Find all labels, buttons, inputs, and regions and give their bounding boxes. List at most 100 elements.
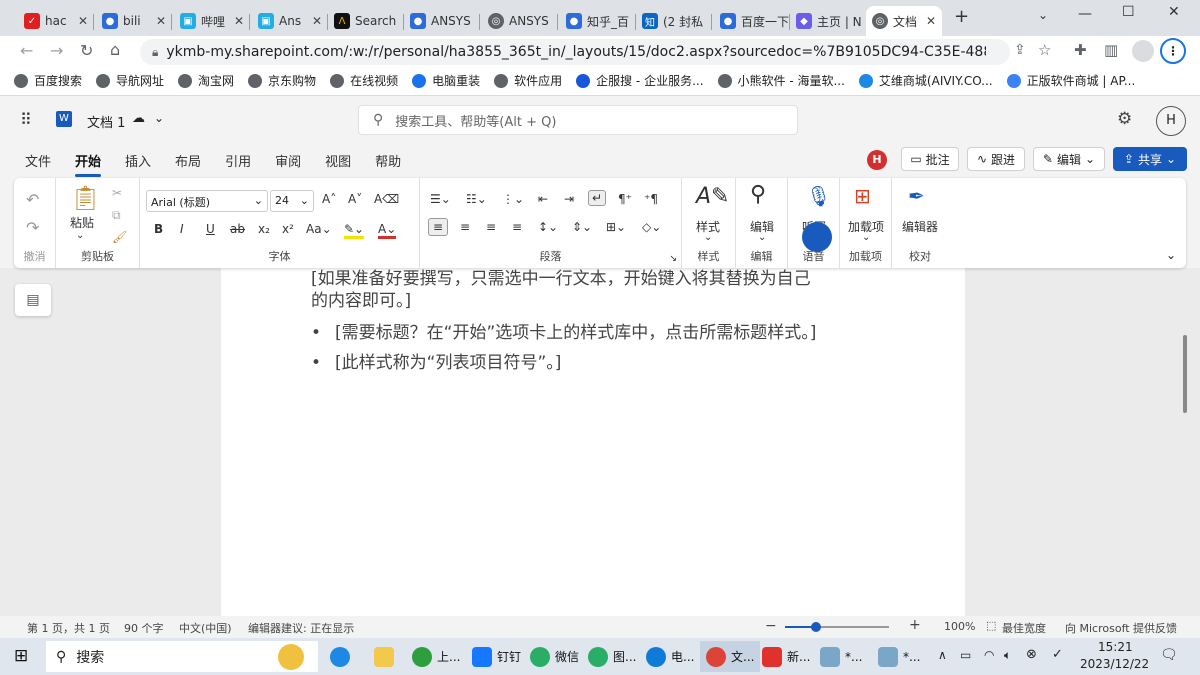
- bookmark[interactable]: 正版软件商城 | AP...: [1006, 72, 1135, 89]
- browser-tab[interactable]: ✓ hac ✕: [18, 6, 94, 36]
- settings-icon[interactable]: ⚙: [1117, 109, 1132, 129]
- close-window-button[interactable]: ✕: [1168, 4, 1180, 20]
- browser-tab[interactable]: ◆ 主页 | N: [790, 6, 866, 36]
- dialog-launcher-icon[interactable]: ↘: [669, 254, 677, 264]
- taskbar-app-explorer[interactable]: [374, 641, 399, 672]
- scrollbar-thumb[interactable]: [1183, 335, 1187, 413]
- format-painter-icon[interactable]: 🖌︎: [112, 230, 127, 244]
- share-button[interactable]: ⇪ 共享 ⌄: [1113, 147, 1187, 171]
- volume-icon[interactable]: 🔈︎: [1004, 648, 1011, 663]
- tray-app-icon[interactable]: ⊗: [1026, 647, 1037, 662]
- app-launcher-icon[interactable]: ⠿: [20, 110, 32, 129]
- bookmark[interactable]: 电脑重装: [412, 72, 480, 89]
- align-left-icon[interactable]: ≡: [428, 218, 449, 236]
- addins-icon[interactable]: ⊞: [854, 184, 871, 208]
- document-page[interactable]: [如果准备好要撰写，只需选中一行文本，开始键入将其替换为自己 的内容即可。] •…: [221, 268, 965, 616]
- copy-icon[interactable]: ⧉: [112, 208, 121, 223]
- paste-icon[interactable]: 📋︎: [70, 184, 100, 212]
- url-bar[interactable]: 🔒︎ ykmb-my.sharepoint.com/:w:/r/personal…: [140, 39, 1010, 65]
- forward-icon[interactable]: →: [50, 41, 63, 60]
- bookmark[interactable]: 小熊软件 - 海量软...: [717, 72, 845, 89]
- chevron-down-icon[interactable]: ⌄: [758, 232, 766, 243]
- zoom-thumb[interactable]: [811, 622, 822, 632]
- microphone-icon[interactable]: 🎙︎: [806, 184, 831, 208]
- catch-up-button[interactable]: ∿ 跟进: [967, 147, 1025, 171]
- taskbar-app[interactable]: 微信: [530, 641, 579, 672]
- zoom-out-icon[interactable]: −: [765, 618, 777, 634]
- align-right-icon[interactable]: ≡: [486, 220, 496, 234]
- browser-tab-active[interactable]: ◎ 文档 ✕: [866, 6, 942, 36]
- new-tab-button[interactable]: +: [954, 6, 969, 27]
- doc-title[interactable]: 文档 1: [87, 112, 125, 131]
- list-item[interactable]: • [需要标题？在“开始”选项卡上的样式库中，点击所需标题样式。]: [311, 322, 816, 345]
- taskbar-app[interactable]: *...: [878, 641, 920, 672]
- tab-file[interactable]: 文件: [13, 151, 63, 170]
- bookmark[interactable]: 艾维商城(AIVIY.CO...: [858, 72, 993, 89]
- chevron-down-icon[interactable]: ⌄: [154, 111, 164, 125]
- redo-icon[interactable]: ↷: [26, 218, 39, 237]
- tab-insert[interactable]: 插入: [113, 151, 163, 170]
- shrink-font-icon[interactable]: A˅: [348, 192, 362, 206]
- italic-icon[interactable]: I: [180, 222, 184, 236]
- line-spacing-icon[interactable]: ↕⌄: [538, 220, 558, 234]
- undo-icon[interactable]: ↶: [26, 190, 39, 209]
- notification-icon[interactable]: 🗨︎: [1160, 647, 1178, 663]
- list-item[interactable]: • [此样式称为“列表项目符号”。]: [311, 352, 561, 375]
- chevron-down-icon[interactable]: ⌄: [704, 232, 712, 243]
- increase-indent-icon[interactable]: ⇥: [564, 192, 574, 206]
- bookmark[interactable]: 软件应用: [494, 72, 562, 89]
- tray-expand-icon[interactable]: ∧: [938, 648, 947, 662]
- bookmark[interactable]: 京东购物: [248, 72, 316, 89]
- taskbar-app[interactable]: 图...: [588, 641, 636, 672]
- taskbar-app[interactable]: 钉钉: [472, 641, 521, 672]
- maximize-button[interactable]: ☐: [1122, 4, 1135, 20]
- taskbar-app[interactable]: 电...: [646, 641, 694, 672]
- styles-icon[interactable]: A✎: [696, 184, 729, 209]
- browser-tab[interactable]: Λ Search: [328, 6, 404, 36]
- borders-icon[interactable]: ⊞⌄: [606, 220, 626, 234]
- font-size-select[interactable]: 24 ⌄: [270, 190, 314, 212]
- subscript-icon[interactable]: x₂: [258, 222, 270, 236]
- paragraph-spacing-icon[interactable]: ⇕⌄: [572, 220, 592, 234]
- battery-icon[interactable]: ▭: [960, 648, 971, 662]
- tab-search-icon[interactable]: ⌄: [1038, 8, 1048, 22]
- ribbon-collapse-icon[interactable]: ⌄: [1166, 248, 1176, 262]
- tray-app-icon[interactable]: ✓: [1052, 647, 1063, 662]
- editing-mode-button[interactable]: ✎ 编辑 ⌄: [1033, 147, 1105, 171]
- shading-icon[interactable]: ◇⌄: [642, 220, 661, 234]
- close-icon[interactable]: ✕: [156, 14, 166, 28]
- bookmark[interactable]: 导航网址: [96, 72, 164, 89]
- decrease-indent-icon[interactable]: ⇤: [538, 192, 548, 206]
- share-icon[interactable]: ⇪: [1014, 42, 1026, 58]
- menu-icon[interactable]: ⋮: [1160, 38, 1186, 64]
- home-icon[interactable]: ⌂: [110, 40, 120, 59]
- browser-tab[interactable]: ▣ 哔哩 ✕: [174, 6, 250, 36]
- cut-icon[interactable]: ✂: [112, 186, 122, 200]
- tab-references[interactable]: 引用: [213, 151, 263, 170]
- editor-icon[interactable]: ✒: [908, 184, 925, 208]
- taskbar-app[interactable]: 上...: [412, 641, 460, 672]
- underline-icon[interactable]: U: [206, 222, 215, 236]
- browser-tab[interactable]: ▣ Ans ✕: [252, 6, 328, 36]
- navigation-pane-icon[interactable]: ▤: [15, 284, 51, 316]
- browser-tab[interactable]: 知 (2 封私: [636, 6, 712, 36]
- back-icon[interactable]: ←: [20, 41, 33, 60]
- superscript-icon[interactable]: x²: [282, 222, 294, 236]
- tab-help[interactable]: 帮助: [363, 151, 413, 170]
- zoom-slider[interactable]: [785, 622, 889, 632]
- bold-icon[interactable]: B: [154, 222, 163, 236]
- wifi-icon[interactable]: ◠: [984, 648, 994, 662]
- chevron-down-icon[interactable]: ⌄: [862, 232, 870, 243]
- numbering-icon[interactable]: ☷⌄: [466, 192, 487, 206]
- chevron-down-icon[interactable]: ⌄: [76, 230, 84, 241]
- grow-font-icon[interactable]: A˄: [322, 192, 336, 206]
- taskbar-app[interactable]: *...: [820, 641, 862, 672]
- avatar[interactable]: H: [1156, 106, 1186, 136]
- taskbar-app-edge[interactable]: [330, 641, 355, 672]
- close-icon[interactable]: ✕: [312, 14, 322, 28]
- bullets-icon[interactable]: ☰⌄: [430, 192, 451, 206]
- close-icon[interactable]: ✕: [234, 14, 244, 28]
- body-paragraph[interactable]: [如果准备好要撰写，只需选中一行文本，开始键入将其替换为自己: [311, 268, 811, 291]
- extensions-icon[interactable]: ✚: [1074, 41, 1087, 59]
- highlight-icon[interactable]: ✎⌄: [344, 222, 365, 239]
